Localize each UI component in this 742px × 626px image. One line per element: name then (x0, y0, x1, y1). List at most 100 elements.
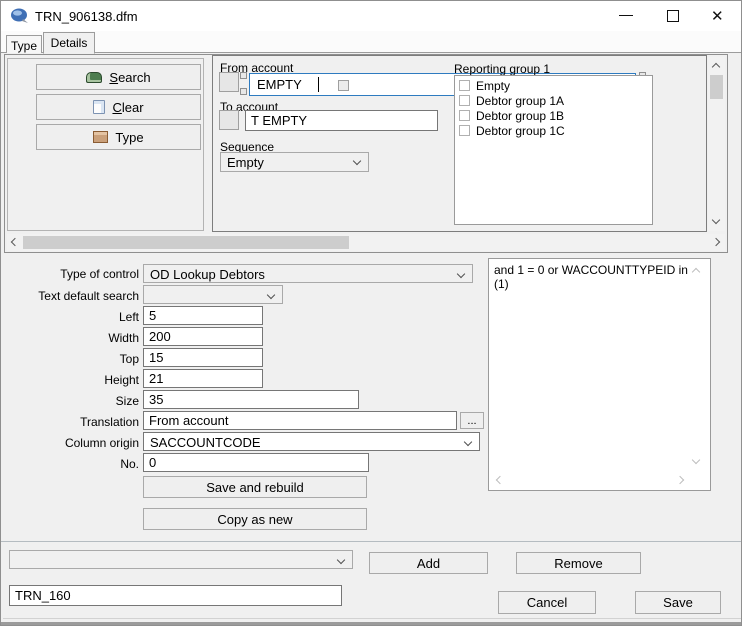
vertical-scrollbar[interactable] (708, 57, 725, 231)
list-item-label: Debtor group 1B (476, 108, 565, 123)
size-field[interactable] (143, 390, 359, 409)
translation-field[interactable] (143, 411, 457, 430)
scroll-left-icon[interactable] (10, 237, 20, 247)
add-button[interactable]: Add (369, 552, 488, 574)
scroll-up-icon[interactable] (711, 62, 721, 72)
top-label: Top (119, 352, 139, 366)
column-origin-combo[interactable]: SACCOUNTCODE (143, 432, 480, 451)
title-bar[interactable]: TRN_906138.dfm ✕ (1, 1, 741, 31)
reporting-group-list[interactable]: Empty Debtor group 1A Debtor group 1B De… (454, 75, 653, 225)
top-field[interactable] (143, 348, 263, 367)
clear-button[interactable]: Clear (36, 94, 201, 120)
save-and-rebuild-button[interactable]: Save and rebuild (143, 476, 367, 498)
name-field[interactable] (9, 585, 342, 606)
clear-button-label: Clear (112, 99, 144, 115)
list-item[interactable]: Debtor group 1B (459, 108, 652, 123)
horizontal-scrollbar-thumb[interactable] (23, 236, 349, 249)
tab-details-label: Details (50, 36, 88, 50)
scroll-left-icon[interactable] (495, 475, 505, 485)
cancel-button[interactable]: Cancel (498, 591, 596, 614)
list-item[interactable]: Debtor group 1C (459, 123, 652, 138)
size-label: Size (115, 394, 139, 408)
minimize-button[interactable] (604, 1, 648, 31)
horizontal-scrollbar[interactable] (7, 234, 725, 251)
type-of-control-label: Type of control (60, 267, 139, 281)
column-origin-value: SACCOUNTCODE (150, 435, 261, 450)
scroll-right-icon[interactable] (675, 475, 685, 485)
scroll-down-icon[interactable] (711, 215, 721, 225)
from-account-picker-button[interactable] (219, 72, 239, 92)
to-account-field[interactable] (245, 110, 438, 131)
document-icon (93, 100, 106, 114)
selection-handle[interactable] (240, 88, 247, 95)
translation-label: Translation (80, 415, 139, 429)
column-origin-label: Column origin (64, 436, 139, 450)
chevron-down-icon (266, 290, 276, 300)
checkbox-icon[interactable] (459, 80, 470, 91)
type-button-label: Type (115, 129, 144, 145)
from-account-value: EMPTY (257, 77, 302, 92)
tab-type[interactable]: Type (6, 35, 42, 53)
left-field[interactable] (143, 306, 263, 325)
type-button[interactable]: Type (36, 124, 201, 150)
copy-as-new-button[interactable]: Copy as new (143, 508, 367, 530)
window-bottom-edge (1, 622, 741, 625)
record-selector-combo[interactable] (9, 550, 353, 569)
bottom-divider (3, 618, 741, 619)
app-icon (11, 8, 28, 23)
package-icon (93, 131, 109, 143)
no-field[interactable] (143, 453, 369, 472)
type-of-control-combo[interactable]: OD Lookup Debtors (143, 264, 473, 283)
no-label: No. (120, 457, 139, 471)
save-button[interactable]: Save (635, 591, 721, 614)
scroll-up-icon[interactable] (691, 267, 701, 277)
list-item[interactable]: Empty (459, 78, 652, 93)
list-item-label: Empty (476, 78, 511, 93)
selection-handle[interactable] (240, 72, 247, 79)
sequence-value: Empty (227, 155, 264, 170)
left-label: Left (118, 310, 139, 324)
search-icon (86, 71, 103, 83)
checkbox-icon[interactable] (459, 110, 470, 121)
height-field[interactable] (143, 369, 263, 388)
tab-type-label: Type (10, 39, 37, 53)
close-button[interactable]: ✕ (697, 1, 741, 31)
remove-button[interactable]: Remove (516, 552, 641, 574)
checkbox-icon[interactable] (459, 125, 470, 136)
scroll-down-icon[interactable] (691, 455, 701, 465)
tab-strip: Type Details (1, 31, 741, 54)
chevron-down-icon (336, 555, 346, 565)
text-default-search-combo[interactable] (143, 285, 283, 304)
height-label: Height (104, 373, 139, 387)
filter-text: and 1 = 0 or WACCOUNTTYPEID in (1) (494, 263, 688, 291)
to-account-picker-button[interactable] (219, 110, 239, 130)
chevron-down-icon (352, 156, 362, 166)
app-window: TRN_906138.dfm ✕ Type Details Search Cle… (0, 0, 742, 626)
list-item[interactable]: Debtor group 1A (459, 93, 652, 108)
tab-details[interactable]: Details (43, 32, 95, 54)
maximize-button[interactable] (651, 1, 695, 31)
window-title: TRN_906138.dfm (35, 9, 138, 24)
text-caret (318, 77, 319, 92)
minimize-icon (619, 15, 633, 16)
scroll-right-icon[interactable] (711, 237, 721, 247)
list-item-label: Debtor group 1C (476, 123, 565, 138)
checkbox-icon[interactable] (459, 95, 470, 106)
top-scroll-area: Search Clear Type From account EMPTY To … (4, 54, 728, 253)
section-divider (1, 541, 741, 542)
chevron-down-icon (463, 437, 473, 447)
embedded-checkbox[interactable] (338, 80, 349, 91)
type-of-control-value: OD Lookup Debtors (150, 267, 265, 282)
sequence-combo[interactable]: Empty (220, 152, 369, 172)
width-label: Width (108, 331, 139, 345)
reporting-group-label: Reporting group 1 (454, 62, 551, 76)
vertical-scrollbar-thumb[interactable] (710, 75, 723, 99)
translation-browse-button[interactable]: ... (460, 412, 484, 429)
chevron-down-icon (456, 269, 466, 279)
width-field[interactable] (143, 327, 263, 346)
maximize-icon (667, 10, 679, 22)
filter-memo[interactable]: and 1 = 0 or WACCOUNTTYPEID in (1) (488, 258, 711, 491)
action-button-panel: Search Clear Type (7, 58, 204, 231)
search-button[interactable]: Search (36, 64, 201, 90)
list-item-label: Debtor group 1A (476, 93, 565, 108)
